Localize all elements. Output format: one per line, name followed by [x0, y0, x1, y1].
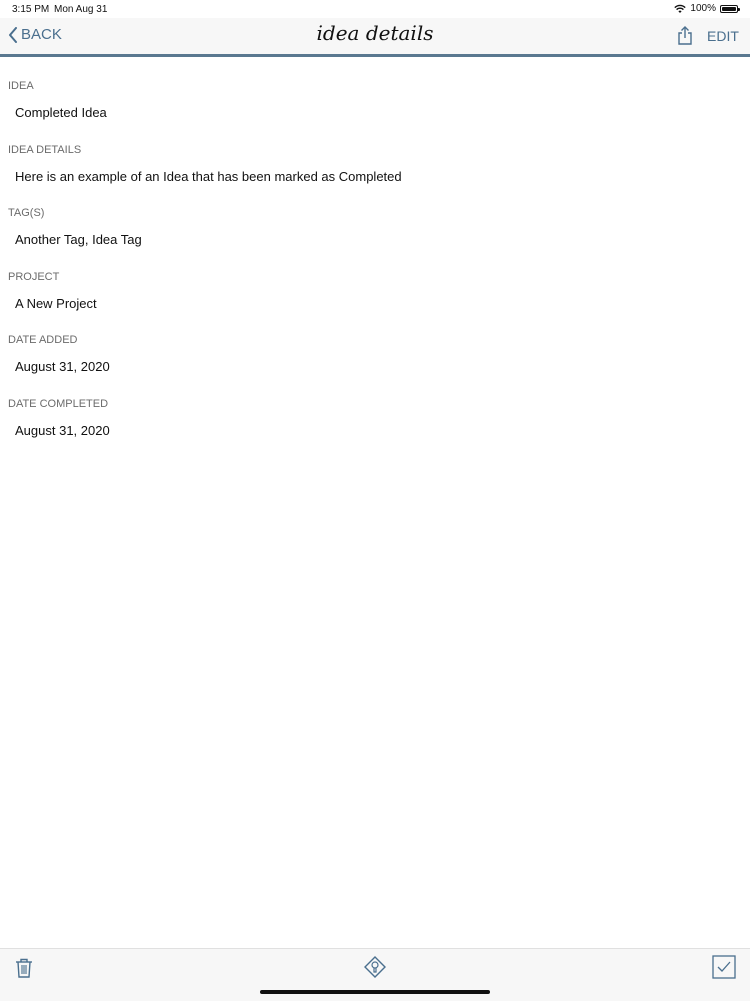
battery-percent: 100%: [690, 3, 716, 14]
share-button[interactable]: [676, 26, 694, 51]
field-value: Completed Idea: [15, 105, 107, 120]
home-indicator: [260, 990, 490, 994]
field-value: August 31, 2020: [15, 422, 110, 438]
battery-icon: [720, 4, 740, 13]
field-label: DATE ADDED: [8, 334, 78, 347]
idea-details-list: IDEA Completed Idea IDEA DETAILS Here is…: [0, 70, 750, 452]
trash-icon: [16, 958, 32, 978]
field-value: A New Project: [15, 295, 97, 311]
lightbulb-diamond-icon: [364, 956, 386, 978]
status-right: 100%: [674, 3, 740, 14]
share-icon: [678, 26, 692, 45]
field-date-completed: DATE COMPLETED August 31, 2020: [0, 388, 750, 452]
field-label: PROJECT: [8, 270, 60, 283]
navigation-bar: BACK idea details EDIT: [0, 18, 750, 54]
wifi-icon: [674, 4, 687, 13]
field-label: DATE COMPLETED: [8, 397, 109, 410]
status-date: Mon Aug 31: [54, 4, 108, 15]
field-date-added: DATE ADDED August 31, 2020: [0, 324, 750, 388]
field-label: TAG(S): [8, 207, 45, 220]
edit-button[interactable]: EDIT: [707, 28, 739, 44]
idea-button[interactable]: [363, 955, 387, 986]
field-project: PROJECT A New Project: [0, 261, 750, 325]
nav-divider: [0, 54, 750, 57]
field-label: IDEA DETAILS: [8, 143, 82, 156]
checkbox-icon: [712, 955, 736, 979]
field-value: Here is an example of an Idea that has b…: [15, 168, 402, 184]
page-title: idea details: [316, 21, 434, 45]
field-idea-details: IDEA DETAILS Here is an example of an Id…: [0, 134, 750, 198]
field-idea: IDEA Completed Idea: [0, 70, 750, 134]
mark-complete-button[interactable]: [712, 955, 736, 984]
status-time: 3:15 PM: [12, 4, 50, 15]
field-value: August 31, 2020: [15, 359, 110, 375]
field-value: Another Tag, Idea Tag: [15, 232, 142, 248]
field-tags: TAG(S) Another Tag, Idea Tag: [0, 197, 750, 261]
field-label: IDEA: [8, 80, 34, 92]
delete-button[interactable]: [14, 957, 34, 984]
status-bar: 3:15 PM Mon Aug 31 100%: [0, 0, 750, 18]
